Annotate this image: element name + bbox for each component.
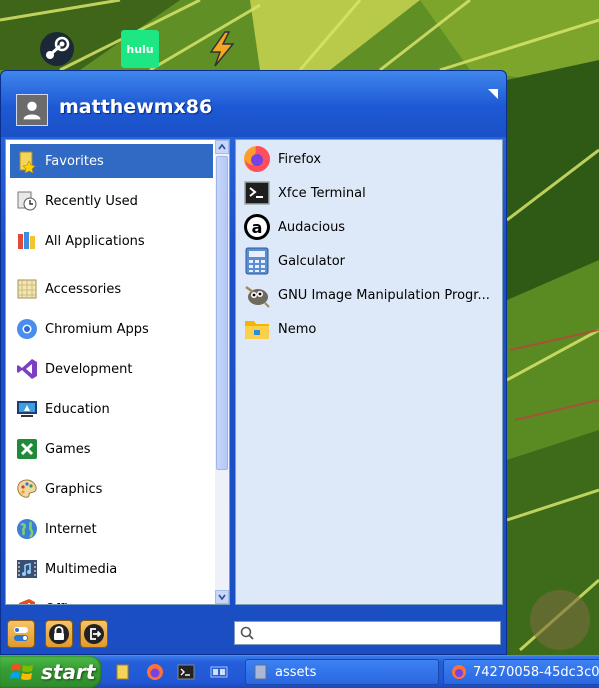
category-development[interactable]: Development	[10, 352, 213, 386]
app-label: Audacious	[278, 219, 346, 235]
log-out-button[interactable]	[80, 620, 108, 648]
games-icon	[15, 437, 39, 461]
app-label: GNU Image Manipulation Progr...	[278, 287, 490, 303]
settings-toggle-icon	[14, 627, 28, 641]
taskbar-window-browser[interactable]: 74270058-45dc3c00	[443, 659, 599, 685]
firefox-icon	[452, 665, 466, 679]
app-label: Xfce Terminal	[278, 185, 366, 201]
lock-icon	[49, 624, 69, 644]
internet-icon	[15, 517, 39, 541]
app-firefox[interactable]: Firefox	[240, 142, 500, 176]
terminal-icon	[243, 179, 271, 207]
all-applications-icon	[15, 229, 39, 253]
app-gnu[interactable]: GNU Image Manipulation Progr...	[240, 278, 500, 312]
favorites-icon	[15, 149, 39, 174]
app-xfce[interactable]: Xfce Terminal	[240, 176, 500, 210]
category-games[interactable]: Games	[10, 432, 213, 466]
gimp-icon	[243, 281, 271, 309]
taskbar: start assets 74270058-45dc3c00	[0, 655, 599, 688]
category-label: Accessories	[45, 281, 122, 297]
firefox-icon	[243, 145, 271, 173]
category-office[interactable]: Office	[10, 592, 213, 605]
settings-button[interactable]	[7, 620, 35, 648]
category-recently-used[interactable]: Recently Used	[10, 184, 213, 218]
category-label: Office	[45, 602, 83, 605]
category-chromium-apps[interactable]: Chromium Apps	[10, 312, 213, 346]
app-label: Nemo	[278, 321, 317, 337]
categories-panel: Favorites Recently Used All Applications Ac…	[5, 139, 230, 605]
category-label: Multimedia	[45, 561, 118, 577]
app-audacious[interactable]: a Audacious	[240, 210, 500, 244]
category-all-applications[interactable]: All Applications	[10, 224, 213, 258]
office-icon	[15, 597, 39, 604]
svg-text:a: a	[252, 218, 263, 237]
recently-used-icon	[15, 189, 39, 213]
development-icon	[15, 357, 39, 381]
app-label: Firefox	[278, 151, 322, 167]
app-galculator[interactable]: Galculator	[240, 244, 500, 278]
search-field[interactable]	[234, 621, 501, 645]
education-icon	[15, 397, 39, 421]
category-favorites[interactable]: Favorites	[10, 144, 213, 178]
taskbar-window-assets[interactable]: assets	[245, 659, 439, 685]
menu-header: matthewmx86	[1, 71, 506, 137]
category-label: Development	[45, 361, 133, 377]
winamp-icon[interactable]	[203, 30, 241, 68]
steam-icon[interactable]	[38, 30, 76, 68]
category-label: Recently Used	[45, 193, 138, 209]
scroll-down-arrow-icon[interactable]	[215, 590, 229, 604]
user-avatar-icon	[16, 94, 48, 126]
multimedia-icon	[15, 557, 39, 581]
task-label: assets	[275, 664, 317, 680]
terminal-launcher-icon[interactable]	[177, 663, 195, 681]
category-label: Favorites	[45, 153, 104, 169]
folder-icon	[254, 664, 267, 680]
app-nemo[interactable]: Nemo	[240, 312, 500, 346]
calculator-icon	[243, 247, 271, 275]
file-manager-launcher-icon[interactable]	[114, 663, 132, 681]
start-button[interactable]: start	[0, 656, 102, 688]
category-education[interactable]: Education	[10, 392, 213, 426]
category-label: Games	[45, 441, 91, 457]
hulu-icon[interactable]: hulu	[121, 30, 159, 68]
category-internet[interactable]: Internet	[10, 512, 213, 546]
category-multimedia[interactable]: Multimedia	[10, 552, 213, 586]
hulu-label: hulu	[126, 42, 154, 56]
category-label: Chromium Apps	[45, 321, 149, 337]
firefox-launcher-icon[interactable]	[146, 663, 164, 681]
search-icon	[240, 626, 254, 640]
category-graphics[interactable]: Graphics	[10, 472, 213, 506]
search-input[interactable]	[259, 624, 495, 642]
category-label: All Applications	[45, 233, 145, 249]
workspace-switcher-icon[interactable]	[210, 663, 228, 681]
username: matthewmx86	[59, 96, 213, 118]
applications-panel: Firefox Xfce Terminal a Audacious Galculator…	[235, 139, 503, 605]
category-label: Internet	[45, 521, 97, 537]
app-label: Galculator	[278, 253, 346, 269]
application-menu: matthewmx86 Favorites Recently Used All Ap…	[0, 70, 507, 655]
menu-settings-corner-icon[interactable]	[488, 89, 498, 99]
log-out-icon	[84, 624, 104, 644]
chromium-icon	[15, 317, 39, 341]
lock-screen-button[interactable]	[45, 620, 73, 648]
accessories-icon	[15, 277, 39, 301]
windows-flag-icon	[10, 664, 33, 680]
graphics-icon	[15, 477, 39, 501]
scrollbar-thumb[interactable]	[216, 156, 228, 470]
scroll-up-arrow-icon[interactable]	[215, 140, 229, 154]
category-label: Graphics	[45, 481, 103, 497]
task-label: 74270058-45dc3c00	[473, 664, 599, 680]
categories-scrollbar[interactable]	[215, 140, 229, 604]
audacious-icon: a	[243, 213, 271, 241]
category-label: Education	[45, 401, 110, 417]
start-label: start	[41, 660, 96, 684]
folder-icon	[243, 315, 271, 343]
category-accessories[interactable]: Accessories	[10, 272, 213, 306]
